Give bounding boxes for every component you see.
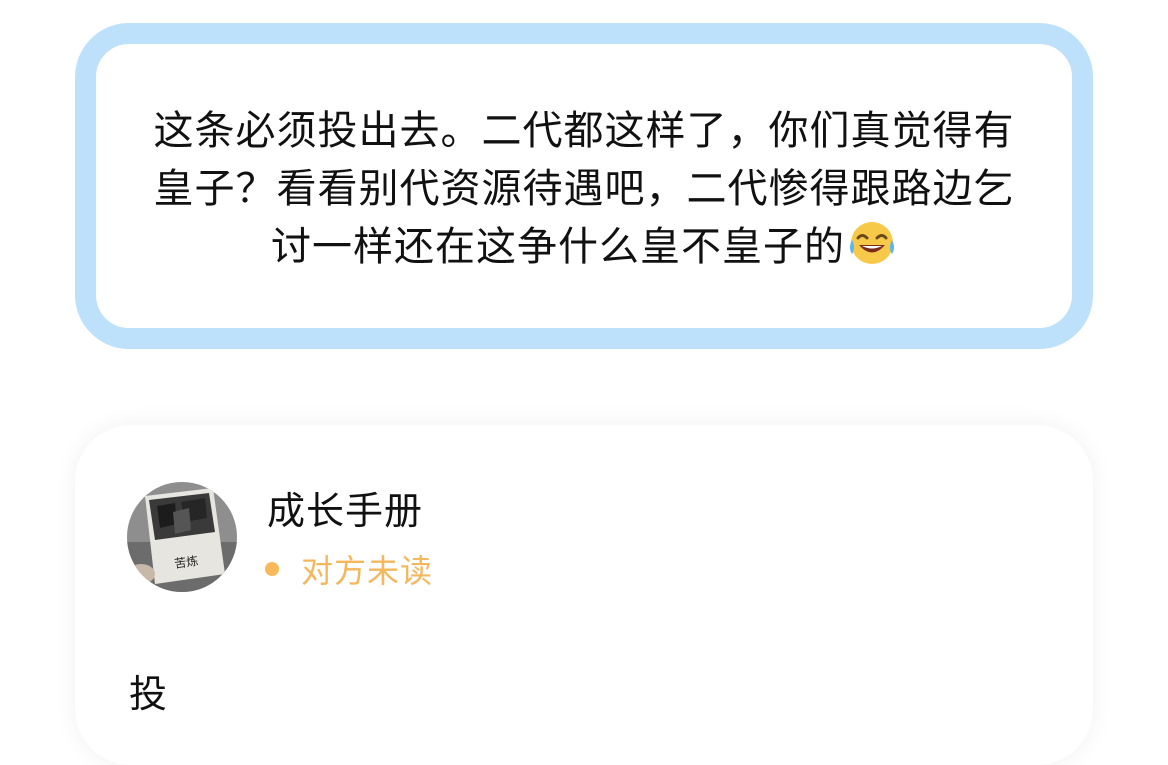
message-card[interactable]: 苦炼 成长手册 对方未读 投 (75, 425, 1093, 765)
read-status: 对方未读 (265, 547, 433, 591)
quote-text-block: 这条必须投出去。二代都这样了，你们真觉得有皇子？看看别代资源待遇吧，二代惨得跟路… (144, 102, 1024, 276)
avatar-book-image: 苦炼 (127, 482, 237, 592)
message-body: 投 (129, 672, 168, 716)
status-dot-icon (265, 562, 279, 576)
sender-name: 成长手册 (267, 489, 424, 533)
read-status-label: 对方未读 (301, 552, 434, 590)
avatar[interactable]: 苦炼 (127, 482, 237, 592)
quote-card: 这条必须投出去。二代都这样了，你们真觉得有皇子？看看别代资源待遇吧，二代惨得跟路… (75, 23, 1093, 349)
face-with-tears-of-joy-icon (850, 222, 894, 264)
